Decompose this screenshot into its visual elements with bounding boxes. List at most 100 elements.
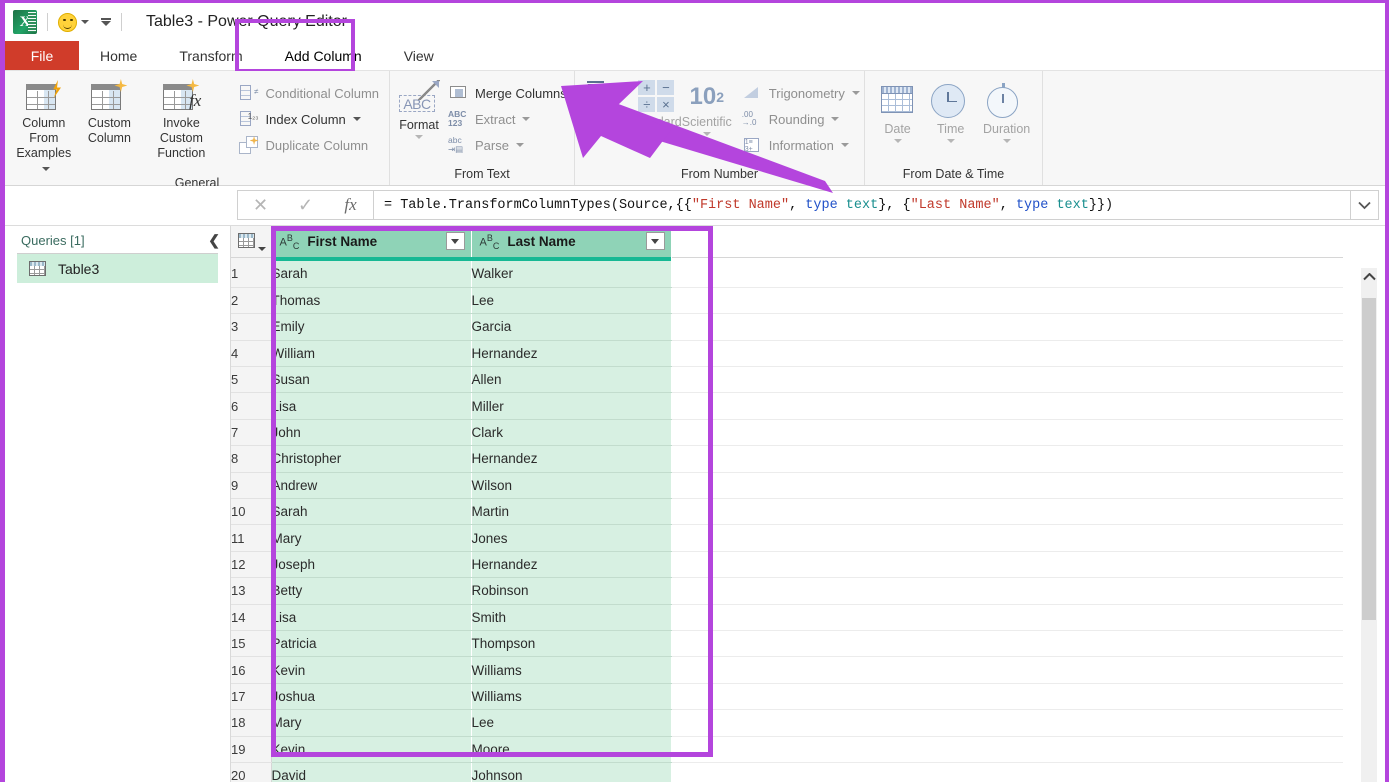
cell-first-name[interactable]: Joseph xyxy=(271,551,472,579)
column-from-examples-button[interactable]: Column From Examples xyxy=(11,75,77,176)
cell-last-name[interactable]: Allen xyxy=(471,366,672,394)
table-row[interactable]: 9 Andrew Wilson xyxy=(231,472,1343,500)
table-row[interactable]: 18 Mary Lee xyxy=(231,709,1343,737)
cell-first-name[interactable]: Kevin xyxy=(271,736,472,763)
table-row[interactable]: 2 Thomas Lee xyxy=(231,287,1343,315)
cell-first-name[interactable]: Lisa xyxy=(271,392,472,420)
cell-first-name[interactable]: Susan xyxy=(271,366,472,394)
table-row[interactable]: 1 Sarah Walker xyxy=(231,261,1343,288)
column-header-last-name[interactable]: ABC Last Name xyxy=(471,226,672,257)
scroll-up-chevron-icon[interactable] xyxy=(1361,268,1377,286)
cell-last-name[interactable]: Wilson xyxy=(471,472,672,500)
cell-last-name[interactable]: Williams xyxy=(471,656,672,684)
cancel-x-icon[interactable]: ✕ xyxy=(238,191,283,219)
table-row[interactable]: 6 Lisa Miller xyxy=(231,392,1343,420)
time-button[interactable]: Time xyxy=(924,79,977,143)
column-header-first-name[interactable]: ABC First Name xyxy=(271,226,472,257)
cell-first-name[interactable]: Sarah xyxy=(271,498,472,526)
formula-expand-chevron-down-icon[interactable] xyxy=(1351,190,1379,220)
date-button[interactable]: Date xyxy=(871,79,924,143)
cell-first-name[interactable]: Betty xyxy=(271,577,472,605)
tab-add-column[interactable]: Add Column xyxy=(264,41,383,70)
cell-last-name[interactable]: Lee xyxy=(471,709,672,737)
cell-last-name[interactable]: Hernandez xyxy=(471,340,672,368)
cell-first-name[interactable]: Joshua xyxy=(271,683,472,711)
table-row[interactable]: 12 Joseph Hernandez xyxy=(231,551,1343,579)
table-row[interactable]: 8 Christopher Hernandez xyxy=(231,445,1343,473)
statistics-button[interactable]: Σ Statistics xyxy=(581,75,631,133)
duration-button[interactable]: Duration xyxy=(977,79,1036,143)
tab-view[interactable]: View xyxy=(383,41,455,70)
conditional-column-button[interactable]: ≠ Conditional Column xyxy=(235,82,383,104)
cell-last-name[interactable]: Garcia xyxy=(471,313,672,341)
filter-dropdown-icon[interactable] xyxy=(445,232,465,250)
cell-last-name[interactable]: Moore xyxy=(471,736,672,763)
cell-first-name[interactable]: Mary xyxy=(271,709,472,737)
cell-last-name[interactable]: Martin xyxy=(471,498,672,526)
cell-first-name[interactable]: Sarah xyxy=(271,261,472,288)
cell-first-name[interactable]: Kevin xyxy=(271,656,472,684)
table-row[interactable]: 20 David Johnson xyxy=(231,762,1343,782)
cell-first-name[interactable]: Christopher xyxy=(271,445,472,473)
select-all-table-icon[interactable] xyxy=(231,226,272,258)
format-button[interactable]: ABC Format xyxy=(396,75,442,139)
cell-last-name[interactable]: Clark xyxy=(471,419,672,447)
table-row[interactable]: 13 Betty Robinson xyxy=(231,577,1343,605)
invoke-custom-function-button[interactable]: fx Invoke Custom Function xyxy=(142,75,220,161)
table-row[interactable]: 19 Kevin Moore xyxy=(231,736,1343,763)
custom-column-button[interactable]: Custom Column xyxy=(77,75,143,146)
table-row[interactable]: 10 Sarah Martin xyxy=(231,498,1343,526)
query-list-item-table3[interactable]: Table3 xyxy=(17,253,218,283)
scrollbar-thumb[interactable] xyxy=(1362,298,1376,620)
trigonometry-button[interactable]: Trigonometry xyxy=(738,82,864,104)
table-row[interactable]: 11 Mary Jones xyxy=(231,524,1343,552)
cell-last-name[interactable]: Miller xyxy=(471,392,672,420)
duplicate-column-button[interactable]: Duplicate Column xyxy=(235,134,383,156)
cell-last-name[interactable]: Robinson xyxy=(471,577,672,605)
cell-first-name[interactable]: Mary xyxy=(271,524,472,552)
standard-button[interactable]: + − ÷ × Standard xyxy=(631,75,682,136)
tab-home[interactable]: Home xyxy=(79,41,158,70)
cell-first-name[interactable]: William xyxy=(271,340,472,368)
cell-last-name[interactable]: Smith xyxy=(471,604,672,631)
scientific-button[interactable]: 10 2 Scientific xyxy=(682,75,732,136)
table-row[interactable]: 17 Joshua Williams xyxy=(231,683,1343,711)
vertical-scrollbar[interactable] xyxy=(1361,268,1377,782)
chevron-left-icon[interactable]: ❮ xyxy=(208,232,220,249)
table-row[interactable]: 7 John Clark xyxy=(231,419,1343,447)
table-row[interactable]: 14 Lisa Smith xyxy=(231,604,1343,631)
index-column-button[interactable]: 1₂₃ Index Column xyxy=(235,108,383,130)
information-button[interactable]: 1≡ 3+ Information xyxy=(738,134,864,156)
cell-last-name[interactable]: Walker xyxy=(471,261,672,288)
cell-last-name[interactable]: Johnson xyxy=(471,762,672,782)
cell-first-name[interactable]: Patricia xyxy=(271,630,472,658)
table-row[interactable]: 5 Susan Allen xyxy=(231,366,1343,394)
table-row[interactable]: 16 Kevin Williams xyxy=(231,656,1343,684)
tab-transform[interactable]: Transform xyxy=(158,41,263,70)
cell-first-name[interactable]: Andrew xyxy=(271,472,472,500)
cell-last-name[interactable]: Hernandez xyxy=(471,551,672,579)
extract-button[interactable]: ABC 123 Extract xyxy=(444,108,571,130)
cell-last-name[interactable]: Thompson xyxy=(471,630,672,658)
cell-first-name[interactable]: Emily xyxy=(271,313,472,341)
cell-first-name[interactable]: John xyxy=(271,419,472,447)
filter-dropdown-icon[interactable] xyxy=(645,232,665,250)
cell-last-name[interactable]: Williams xyxy=(471,683,672,711)
parse-button[interactable]: abc ⇥▤ Parse xyxy=(444,134,571,156)
table-row[interactable]: 15 Patricia Thompson xyxy=(231,630,1343,658)
accept-check-icon[interactable]: ✓ xyxy=(283,191,328,219)
quick-access-smiley-button[interactable] xyxy=(58,12,89,32)
cell-last-name[interactable]: Lee xyxy=(471,287,672,315)
cell-first-name[interactable]: Thomas xyxy=(271,287,472,315)
table-row[interactable]: 3 Emily Garcia xyxy=(231,313,1343,341)
table-row[interactable]: 4 William Hernandez xyxy=(231,340,1343,368)
formula-input[interactable]: = Table.TransformColumnTypes(Source,{{"F… xyxy=(374,190,1351,220)
cell-first-name[interactable]: David xyxy=(271,762,472,782)
rounding-button[interactable]: .00 →.0 Rounding xyxy=(738,108,864,130)
customize-quick-access-toolbar-icon[interactable] xyxy=(101,18,111,26)
fx-icon[interactable]: fx xyxy=(328,191,373,219)
cell-first-name[interactable]: Lisa xyxy=(271,604,472,631)
tab-file[interactable]: File xyxy=(5,41,79,70)
cell-last-name[interactable]: Jones xyxy=(471,524,672,552)
merge-columns-button[interactable]: Merge Columns xyxy=(444,82,571,104)
